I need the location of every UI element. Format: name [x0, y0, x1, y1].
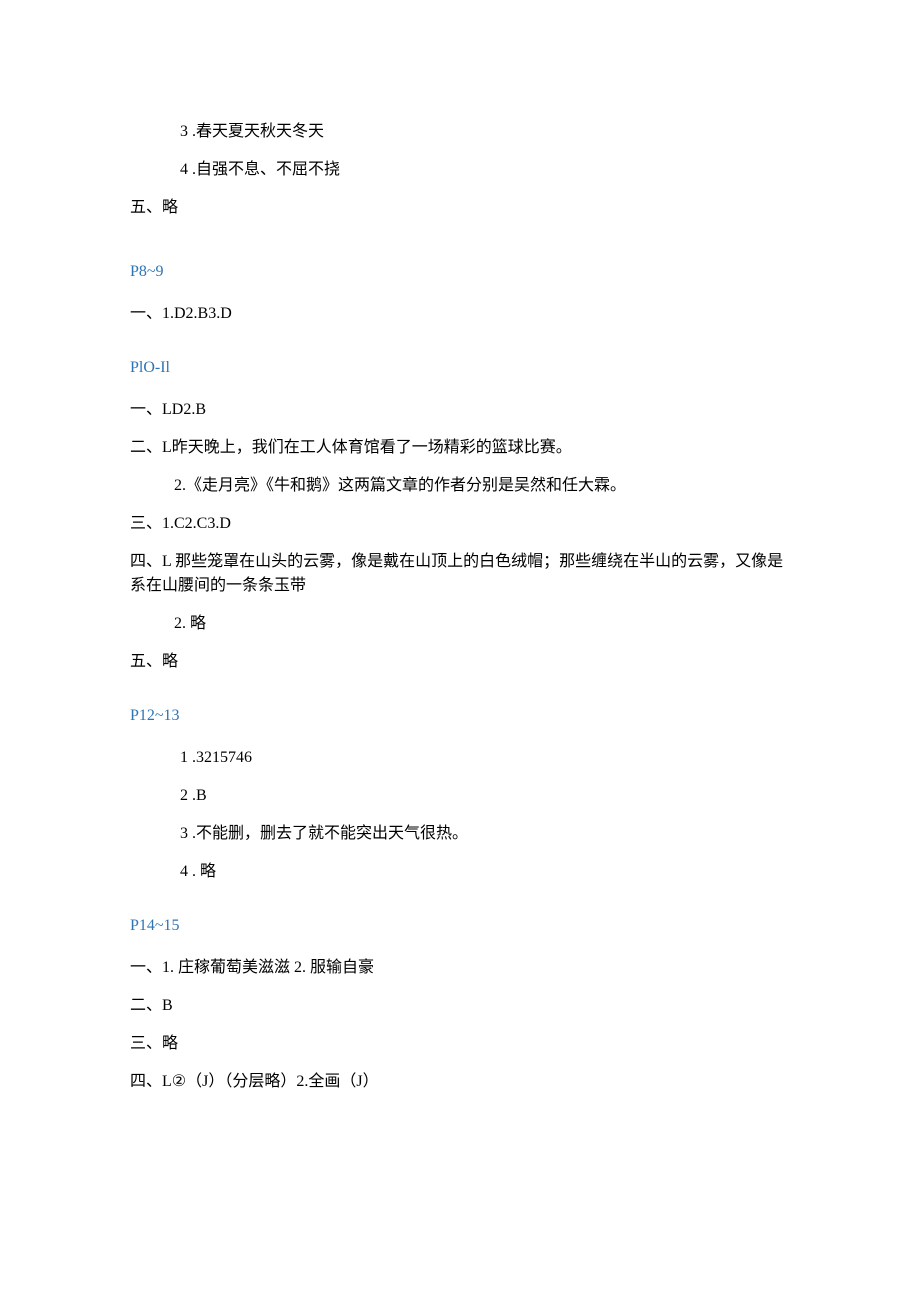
section-heading: P14~15	[130, 914, 790, 938]
answer-line: 三、略	[130, 1032, 790, 1056]
list-item: 1 .3215746	[130, 746, 790, 770]
section-heading: P12~13	[130, 704, 790, 728]
answer-line: 四、L 那些笼罩在山头的云雾，像是戴在山顶上的白色绒帽；那些缠绕在半山的云雾，又…	[130, 550, 790, 598]
section-heading: PlO-Il	[130, 356, 790, 380]
section-heading: P8~9	[130, 260, 790, 284]
list-text: .春天夏天秋天冬天	[188, 123, 324, 140]
answer-line: 五、略	[130, 650, 790, 674]
list-text: . 略	[188, 863, 216, 880]
list-number: 1	[180, 749, 188, 766]
answer-line: 一、LD2.B	[130, 398, 790, 422]
list-item: 3 .春天夏天秋天冬天	[130, 120, 790, 144]
list-item: 3 .不能删，删去了就不能突出天气很热。	[130, 822, 790, 846]
list-item: 2 .B	[130, 784, 790, 808]
list-item: 4 . 略	[130, 860, 790, 884]
answer-line: 2. 略	[130, 612, 790, 636]
answer-line: 二、L昨天晚上，我们在工人体育馆看了一场精彩的篮球比赛。	[130, 436, 790, 460]
answer-line: 一、1. 庄稼葡萄美滋滋 2. 服输自豪	[130, 956, 790, 980]
answer-line: 五、略	[130, 196, 790, 220]
list-text: .B	[188, 787, 207, 804]
list-number: 3	[180, 825, 188, 842]
answer-line: 一、1.D2.B3.D	[130, 302, 790, 326]
list-text: .自强不息、不屈不挠	[188, 161, 340, 178]
list-number: 2	[180, 787, 188, 804]
answer-line: 三、1.C2.C3.D	[130, 512, 790, 536]
list-item: 4 .自强不息、不屈不挠	[130, 158, 790, 182]
list-text: .不能删，删去了就不能突出天气很热。	[188, 825, 468, 842]
answer-line: 二、B	[130, 994, 790, 1018]
list-number: 4	[180, 863, 188, 880]
answer-line: 2.《走月亮》《牛和鹅》这两篇文章的作者分别是吴然和任大霖。	[130, 474, 790, 498]
list-number: 3	[180, 123, 188, 140]
answer-line: 四、L②（J）（分层略）2.全画（J）	[130, 1070, 790, 1094]
list-number: 4	[180, 161, 188, 178]
list-text: .3215746	[188, 749, 252, 766]
